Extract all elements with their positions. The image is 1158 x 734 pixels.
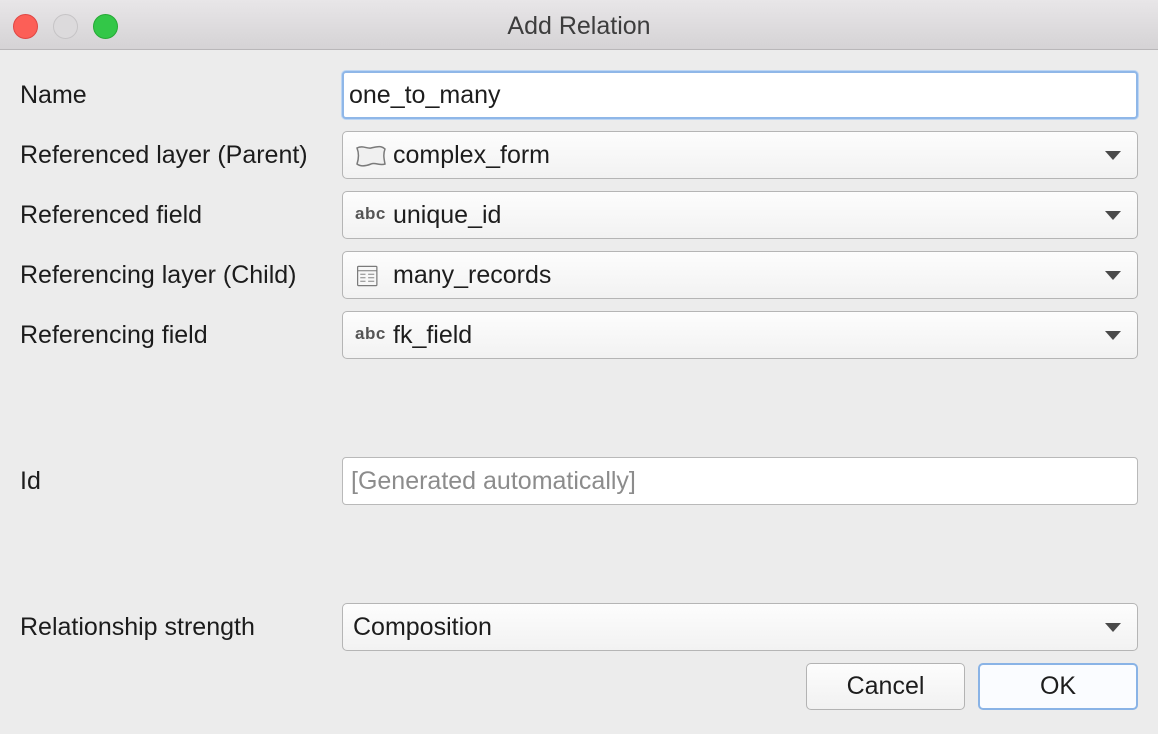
- referencing-layer-value: many_records: [393, 261, 552, 289]
- relationship-strength-combo[interactable]: Composition: [342, 603, 1138, 651]
- relationship-strength-value: Composition: [353, 613, 492, 641]
- table-layer-icon: [357, 265, 378, 287]
- referencing-field-label: Referencing field: [20, 321, 208, 349]
- referencing-field-value: fk_field: [393, 321, 473, 349]
- referencing-layer-combo[interactable]: many_records: [342, 251, 1138, 299]
- referenced-field-combo[interactable]: abc unique_id: [342, 191, 1138, 239]
- name-input[interactable]: one_to_many: [342, 71, 1138, 119]
- close-window-button[interactable]: [13, 14, 38, 39]
- id-label: Id: [20, 467, 41, 495]
- name-label: Name: [20, 81, 87, 109]
- referenced-layer-value: complex_form: [393, 141, 550, 169]
- polygon-layer-icon: [356, 145, 386, 167]
- text-field-type-icon: abc: [355, 204, 386, 223]
- ok-button[interactable]: OK: [978, 663, 1138, 710]
- name-input-value: one_to_many: [349, 81, 501, 109]
- cancel-button[interactable]: Cancel: [806, 663, 965, 710]
- id-input-placeholder: [Generated automatically]: [351, 467, 636, 495]
- text-field-type-icon: abc: [355, 324, 386, 343]
- chevron-down-icon: [1105, 331, 1121, 340]
- referenced-field-label: Referenced field: [20, 201, 203, 229]
- maximize-window-button[interactable]: [93, 14, 118, 39]
- id-input[interactable]: [Generated automatically]: [342, 457, 1138, 505]
- referencing-layer-label: Referencing layer (Child): [20, 261, 297, 289]
- window-title: Add Relation: [507, 12, 651, 40]
- relationship-strength-label: Relationship strength: [20, 613, 255, 641]
- referenced-field-value: unique_id: [393, 201, 502, 229]
- chevron-down-icon: [1105, 271, 1121, 280]
- title-bar: Add Relation: [0, 0, 1158, 50]
- chevron-down-icon: [1105, 211, 1121, 220]
- minimize-window-button[interactable]: [53, 14, 78, 39]
- chevron-down-icon: [1105, 151, 1121, 160]
- chevron-down-icon: [1105, 623, 1121, 632]
- referencing-field-combo[interactable]: abc fk_field: [342, 311, 1138, 359]
- referenced-layer-combo[interactable]: complex_form: [342, 131, 1138, 179]
- referenced-layer-label: Referenced layer (Parent): [20, 141, 308, 169]
